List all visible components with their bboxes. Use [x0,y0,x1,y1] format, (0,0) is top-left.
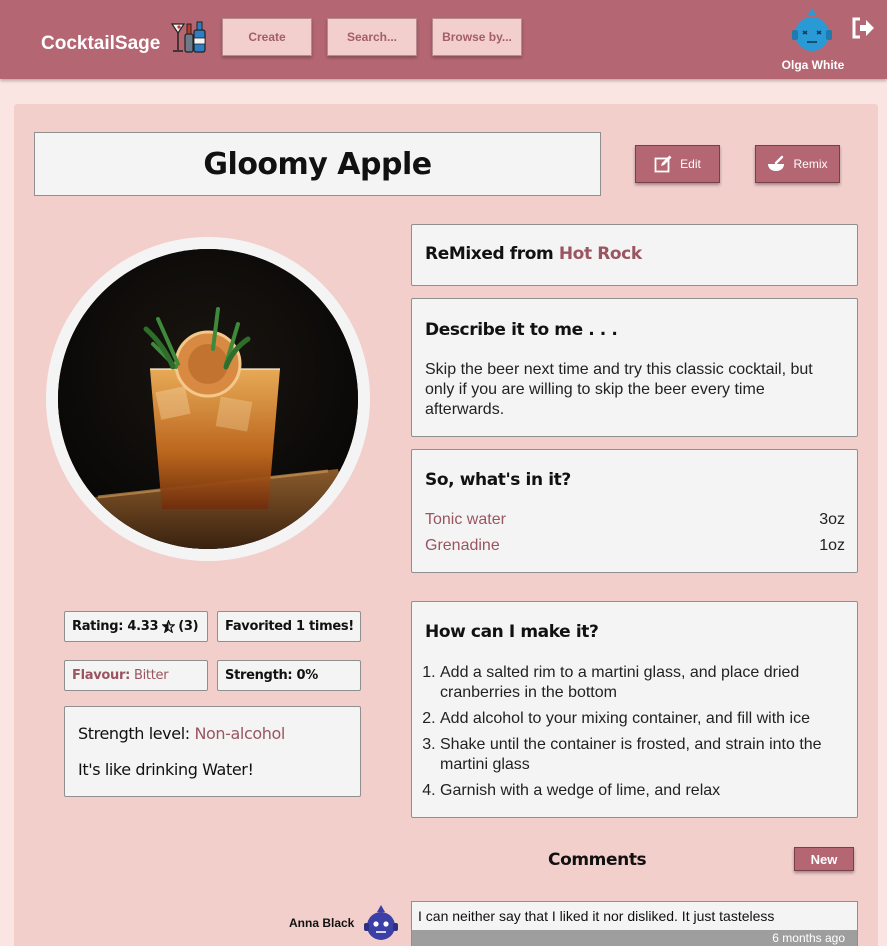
mortar-pestle-icon [768,155,785,171]
star-half-icon [162,620,176,633]
favorited-badge: Favorited 1 times! [217,611,361,642]
step-item: Add alcohol to your mixing container, an… [440,709,845,729]
remix-label: Remix [793,157,828,171]
ingredient-row: Tonic water 3oz [425,507,845,533]
strength-badge: Strength: 0% [217,660,361,691]
rating-value: Rating: 4.33 [72,619,159,634]
ingredient-row: Grenadine 1oz [425,533,845,559]
remixed-prefix: ReMixed from [425,244,554,264]
flavour-badge: Flavour: Bitter [64,660,208,691]
edit-label: Edit [680,157,701,171]
new-comment-button[interactable]: New [794,847,854,871]
app-logo-text[interactable]: CocktailSage [41,33,160,55]
step-item: Shake until the container is frosted, an… [440,735,845,775]
remix-button[interactable]: Remix [755,145,840,183]
step-item: Garnish with a wedge of lime, and relax [440,781,845,801]
ingredient-amount: 1oz [819,537,845,554]
ingredient-amount: 3oz [819,511,845,528]
nav-browse-button[interactable]: Browse by... [432,18,522,56]
robot-avatar-icon[interactable] [790,6,834,54]
description-title: Describe it to me . . . [425,320,618,340]
strength-level-card: Strength level: Non-alcohol It's like dr… [64,706,361,797]
ingredient-name[interactable]: Tonic water [425,511,506,529]
ingredient-name[interactable]: Grenadine [425,537,500,555]
steps-card: How can I make it? Add a salted rim to a… [411,601,858,818]
robot-avatar-icon [364,905,398,940]
rating-badge: Rating: 4.33 (3) [64,611,208,642]
ingredients-title: So, what's in it? [425,470,571,490]
ingredients-card: So, what's in it? Tonic water 3oz Grenad… [411,449,858,573]
edit-button[interactable]: Edit [635,145,720,183]
nav-search-button[interactable]: Search... [327,18,417,56]
comments-title: Comments [548,850,647,870]
comment-box: I can neither say that I liked it nor di… [411,901,858,946]
edit-icon [654,155,672,173]
steps-list: Add a salted rim to a martini glass, and… [425,663,845,807]
recipe-title: Gloomy Apple [34,132,601,196]
step-item: Add a salted rim to a martini glass, and… [440,663,845,703]
description-text: Skip the beer next time and try this cla… [425,361,813,418]
flavour-label: Flavour: [72,668,130,683]
top-navbar: CocktailSage Create Search... Browse by.… [0,0,887,79]
description-card: Describe it to me . . . Skip the beer ne… [411,298,858,437]
comment-timestamp: 6 months ago [412,930,857,946]
remix-source-card: ReMixed from Hot Rock [411,224,858,286]
logout-icon[interactable] [850,16,876,40]
ingredients-list: Tonic water 3oz Grenadine 1oz [425,507,845,559]
rating-count: (3) [178,619,199,634]
user-name: Olga White [781,58,845,72]
comment-text: I can neither say that I liked it nor di… [418,908,775,924]
steps-title: How can I make it? [425,622,599,642]
strength-comment: It's like drinking Water! [78,760,254,779]
cocktail-photo [58,249,358,549]
strength-level-value: Non-alcohol [194,724,285,743]
remix-source-link[interactable]: Hot Rock [559,244,642,264]
comment-author: Anna Black [289,916,355,930]
flavour-value: Bitter [133,668,169,683]
strength-level-label: Strength level: [78,724,190,743]
cocktail-bottles-icon [170,21,206,53]
nav-create-button[interactable]: Create [222,18,312,56]
